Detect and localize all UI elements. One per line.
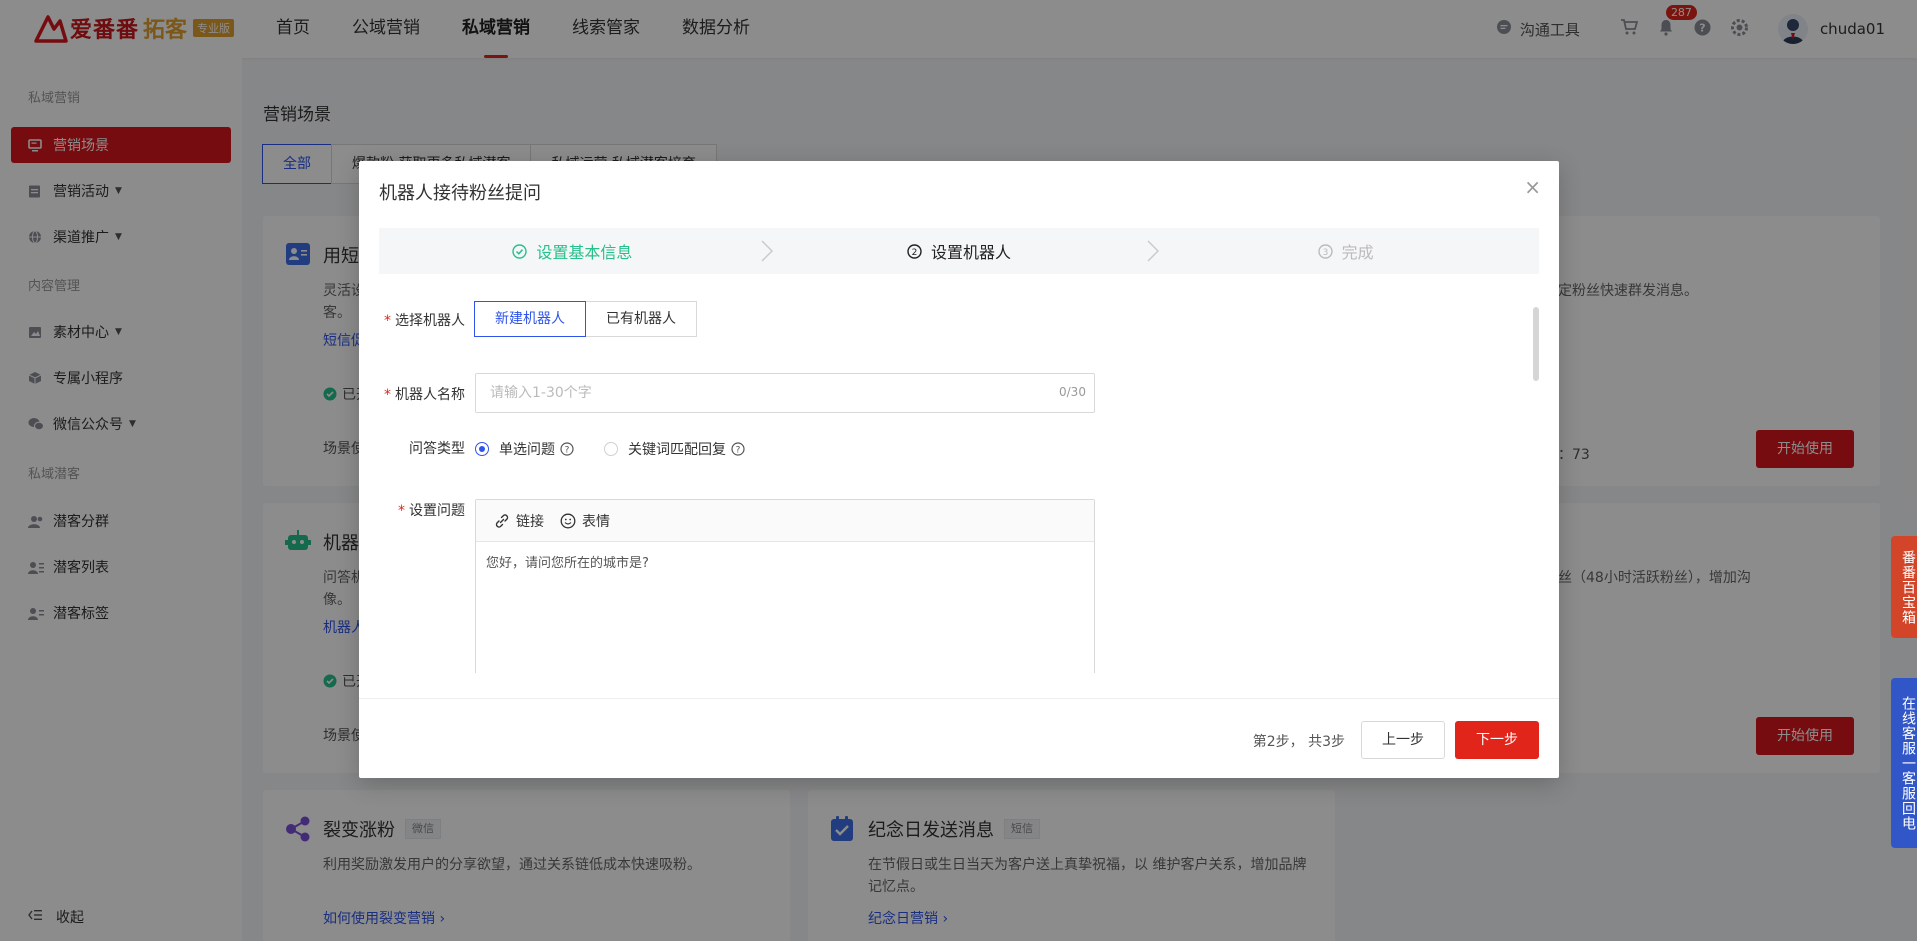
check-circle-icon: [512, 243, 528, 259]
svg-text:2: 2: [912, 248, 918, 258]
robot-form: *选择机器人 新建机器人 已有机器人 *机器人名称 0/30 问答类型 单选问题…: [379, 301, 1519, 673]
svg-text:?: ?: [736, 446, 741, 456]
single-choice-label[interactable]: 单选问题: [499, 439, 555, 459]
link-icon: [494, 513, 510, 529]
stepper: 设置基本信息 2 设置机器人 3 完成: [379, 228, 1539, 274]
question-editor: 链接 表情 您好，请问您所在的城市是?: [475, 499, 1095, 673]
question-label: * 设置问题: [398, 503, 465, 519]
qa-type-label: 问答类型: [409, 441, 465, 457]
svg-text:3: 3: [1322, 248, 1328, 258]
new-robot-option[interactable]: 新建机器人: [474, 301, 586, 337]
step-label: 设置基本信息: [536, 243, 633, 262]
step-basic-info: 设置基本信息: [379, 228, 773, 274]
toolbox-float-tab[interactable]: 番番百宝箱: [1891, 536, 1917, 638]
online-service-float-tab[interactable]: 在线客服一客服回电: [1891, 678, 1917, 848]
dialog-title: 机器人接待粉丝提问: [379, 183, 541, 204]
next-step-button[interactable]: 下一步: [1455, 721, 1539, 759]
keyword-match-label[interactable]: 关键词匹配回复: [628, 439, 726, 459]
robot-name-label: * 机器人名称: [384, 387, 465, 403]
editor-toolbar: 链接 表情: [476, 500, 1094, 542]
step-label: 设置机器人: [931, 243, 1012, 262]
question-textarea[interactable]: 您好，请问您所在的城市是?: [476, 542, 1094, 581]
char-counter: 0/30: [1059, 385, 1086, 399]
robot-type-segmented: 新建机器人 已有机器人: [474, 301, 697, 337]
previous-step-button[interactable]: 上一步: [1361, 721, 1445, 759]
step-finish: 3 完成: [1152, 228, 1539, 274]
form-scrollbar[interactable]: [1533, 307, 1539, 381]
qa-type-radio-group: 单选问题 ? 关键词匹配回复 ?: [475, 439, 775, 459]
step-number-icon: 2: [907, 243, 922, 259]
step-number-icon: 3: [1317, 243, 1333, 259]
single-choice-radio[interactable]: [475, 442, 489, 456]
robot-name-input[interactable]: [475, 373, 1095, 413]
existing-robot-option[interactable]: 已有机器人: [585, 301, 697, 337]
close-icon[interactable]: ×: [1524, 177, 1541, 197]
question-circle-icon[interactable]: ?: [731, 442, 745, 456]
robot-setup-dialog: 机器人接待粉丝提问 × 设置基本信息 2 设置机器人 3 完成 * 选择机器人 新…: [359, 161, 1559, 778]
smile-icon: [560, 513, 576, 529]
svg-text:?: ?: [565, 446, 570, 456]
step-robot: 2 设置机器人: [766, 228, 1160, 274]
insert-emoji-button[interactable]: 表情: [560, 511, 610, 531]
insert-link-button[interactable]: 链接: [494, 511, 544, 531]
robot-select-label: * 选择机器人: [384, 313, 465, 329]
keyword-match-radio[interactable]: [604, 442, 618, 456]
step-label: 完成: [1341, 243, 1374, 262]
step-progress-text: 第2步， 共3步: [1252, 734, 1345, 750]
dialog-footer: 第2步， 共3步 上一步 下一步: [359, 698, 1559, 778]
question-circle-icon[interactable]: ?: [560, 442, 574, 456]
